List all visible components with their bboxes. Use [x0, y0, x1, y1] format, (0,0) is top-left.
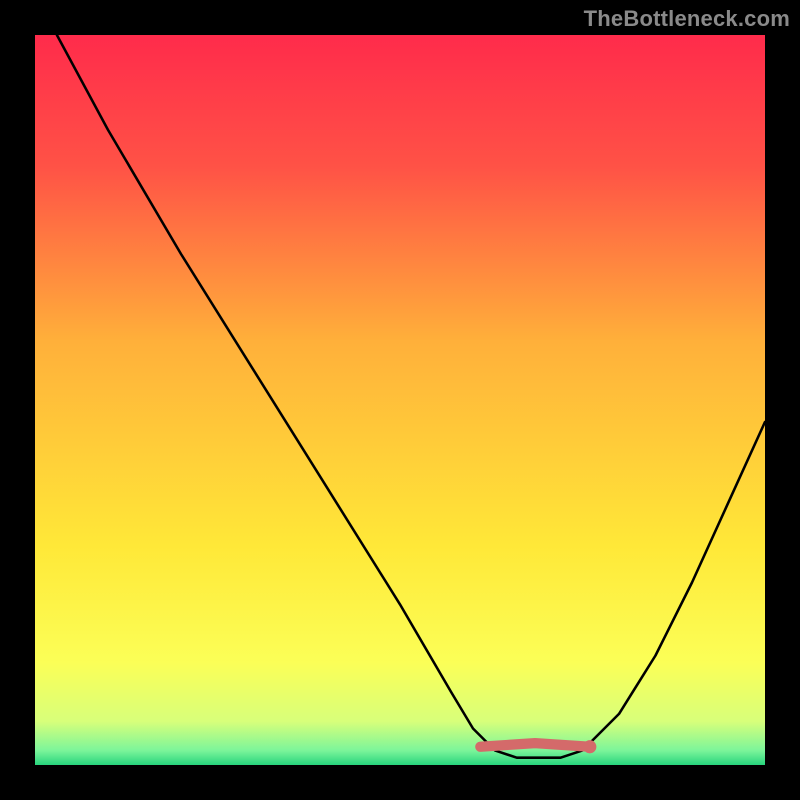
- optimal-point-marker: [583, 740, 596, 753]
- curve-overlay: [35, 35, 765, 765]
- plot-area: [35, 35, 765, 765]
- optimal-band-marker: [480, 743, 590, 747]
- bottleneck-curve: [57, 35, 765, 758]
- watermark-text: TheBottleneck.com: [584, 6, 790, 32]
- chart-frame: TheBottleneck.com: [0, 0, 800, 800]
